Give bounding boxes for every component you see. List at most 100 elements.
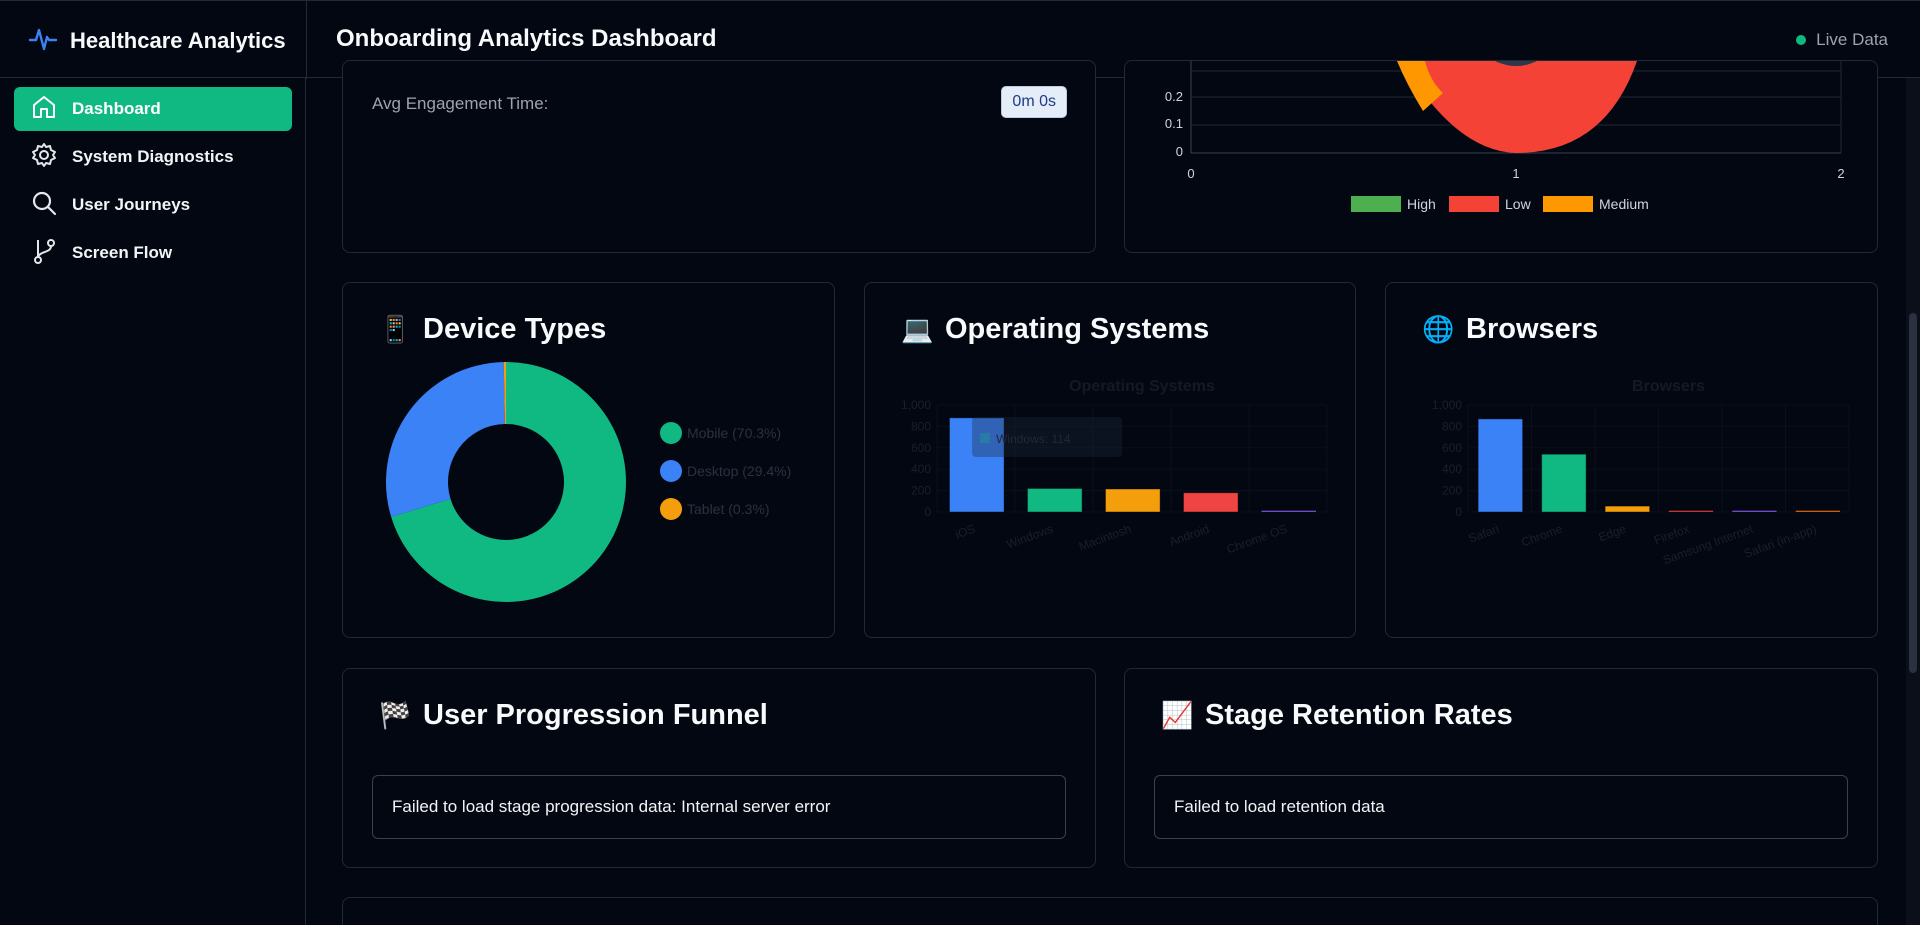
legend-swatch-high (1351, 196, 1401, 212)
legend-label[interactable]: Desktop (29.4%) (687, 463, 791, 479)
live-label: Live Data (1816, 30, 1888, 49)
chart-title: Browsers (1632, 378, 1705, 395)
bar-chrome[interactable] (1541, 453, 1587, 513)
operating-systems-chart: Operating Systems 1,000 800 600 400 200 0 iOS Wi… (901, 378, 1328, 556)
legend-dot (660, 460, 682, 482)
sidebar-item-label: Dashboard (72, 99, 161, 118)
x-tick: Safari (in-app) (1742, 522, 1818, 561)
card-title: 🌐 Browsers (1422, 313, 1598, 346)
retention-error-message: Failed to load retention data (1154, 775, 1848, 839)
operating-systems-card: 💻 Operating Systems Operating Systems 1,0… (864, 282, 1356, 638)
x-tick: Macintosh (1077, 522, 1133, 554)
engagement-label: Avg Engagement Time: (372, 94, 549, 113)
device-types-card: 📱 Device Types Mobile (70.3%) Desktop (29… (342, 282, 835, 638)
card-title: 💻 Operating Systems (901, 313, 1209, 346)
legend-dot (660, 422, 682, 444)
engagement-value-badge: 0m 0s (1001, 86, 1067, 118)
y-tick: 800 (1442, 419, 1462, 433)
legend-label[interactable]: Low (1505, 196, 1532, 212)
y-tick: 400 (1442, 462, 1462, 476)
search-icon (30, 189, 58, 222)
home-icon (30, 93, 58, 126)
bar-safari-in-app-[interactable] (1795, 510, 1841, 513)
y-tick: 0 (1176, 144, 1183, 159)
sidebar-item-label: Screen Flow (72, 243, 173, 262)
engagement-card: Avg Engagement Time: 0m 0s (342, 60, 1096, 253)
legend-dot (660, 498, 682, 520)
x-tick: 2 (1837, 166, 1844, 181)
retention-title: Stage Retention Rates (1205, 699, 1513, 731)
laptop-icon: 💻 (901, 314, 934, 344)
priority-chart: 0.2 0.1 0 0 1 2 High Low Medium (1165, 61, 1845, 212)
browsers-card: 🌐 Browsers Browsers 1,000 800 600 400 200 0 Saf… (1385, 282, 1878, 638)
brand[interactable]: Healthcare Analytics (28, 25, 286, 57)
x-tick: Windows (1004, 522, 1055, 552)
sidebar-item-screen-flow[interactable]: Screen Flow (14, 231, 292, 275)
gear-icon (30, 141, 58, 174)
sidebar-item-label: User Journeys (72, 195, 191, 214)
tooltip-swatch (980, 433, 991, 443)
chart-increasing-icon: 📈 (1161, 700, 1194, 730)
bar-edge[interactable] (1604, 505, 1651, 513)
priority-chart-card: 0.2 0.1 0 0 1 2 High Low Medium (1124, 60, 1878, 253)
legend-swatch-medium (1543, 196, 1593, 212)
bar-safari[interactable] (1477, 418, 1524, 513)
sidebar-item-user-journeys[interactable]: User Journeys (14, 183, 292, 227)
divider (306, 1, 307, 79)
operating-systems-title: Operating Systems (945, 313, 1210, 345)
live-indicator: Live Data (1796, 30, 1888, 50)
x-tick: Chrome (1519, 522, 1564, 550)
bar-android[interactable] (1182, 492, 1239, 513)
sidebar-item-dashboard[interactable]: Dashboard (14, 87, 292, 131)
y-tick: 800 (911, 419, 931, 433)
brand-title: Healthcare Analytics (70, 28, 286, 53)
sidebar-item-system-diagnostics[interactable]: System Diagnostics (14, 135, 292, 179)
card-title: 📈 Stage Retention Rates (1161, 699, 1513, 732)
y-tick: 0.1 (1165, 116, 1183, 131)
funnel-error-message: Failed to load stage progression data: I… (372, 775, 1066, 839)
checkered-flag-icon: 🏁 (379, 700, 412, 730)
y-tick: 600 (1442, 441, 1462, 455)
funnel-card: 🏁 User Progression Funnel Failed to load… (342, 668, 1096, 868)
y-tick: 0 (924, 505, 931, 519)
x-tick: 0 (1187, 166, 1194, 181)
legend-swatch-low (1449, 196, 1499, 212)
live-dot-icon (1796, 35, 1807, 45)
funnel-title: User Progression Funnel (423, 699, 768, 731)
x-tick: Edge (1597, 522, 1628, 545)
y-tick: 200 (1442, 484, 1462, 498)
page-title: Onboarding Analytics Dashboard (336, 25, 717, 52)
retention-card: 📈 Stage Retention Rates Failed to load r… (1124, 668, 1878, 868)
y-tick: 200 (911, 484, 931, 498)
y-tick: 1,000 (901, 398, 931, 412)
tooltip-text: Windows: 114 (996, 432, 1071, 446)
browsers-chart: Browsers 1,000 800 600 400 200 0 Safari Chrome Ed… (1432, 378, 1850, 567)
globe-icon: 🌐 (1422, 314, 1455, 344)
bar-samsung-internet[interactable] (1731, 510, 1778, 513)
x-tick: Firefox (1652, 522, 1691, 548)
pulse-icon (28, 24, 58, 59)
legend-label[interactable]: Tablet (0.3%) (687, 501, 769, 517)
donut-slice-desktop[interactable] (386, 362, 505, 517)
bar-windows[interactable] (1026, 487, 1083, 513)
x-tick: iOS (953, 522, 977, 542)
legend-label[interactable]: Medium (1599, 196, 1649, 212)
legend-label[interactable]: High (1407, 196, 1436, 212)
bar-chrome-os[interactable] (1260, 510, 1317, 513)
y-tick: 1,000 (1432, 398, 1462, 412)
y-tick: 400 (911, 462, 931, 476)
card-title: 🏁 User Progression Funnel (379, 699, 768, 732)
low-slice[interactable] (1402, 61, 1637, 153)
bar-macintosh[interactable] (1104, 488, 1161, 513)
next-card (342, 897, 1878, 925)
sidebar-item-label: System Diagnostics (72, 147, 234, 166)
chart-title: Operating Systems (1069, 378, 1215, 395)
scrollbar[interactable] (1906, 78, 1920, 925)
sidebar: Dashboard System Diagnostics User Journe… (0, 78, 306, 925)
x-tick: 1 (1512, 166, 1519, 181)
y-tick: 600 (911, 441, 931, 455)
scrollbar-thumb[interactable] (1909, 313, 1917, 673)
bar-firefox[interactable] (1668, 510, 1714, 513)
legend-label[interactable]: Mobile (70.3%) (687, 425, 781, 441)
git-branch-icon (30, 237, 58, 270)
